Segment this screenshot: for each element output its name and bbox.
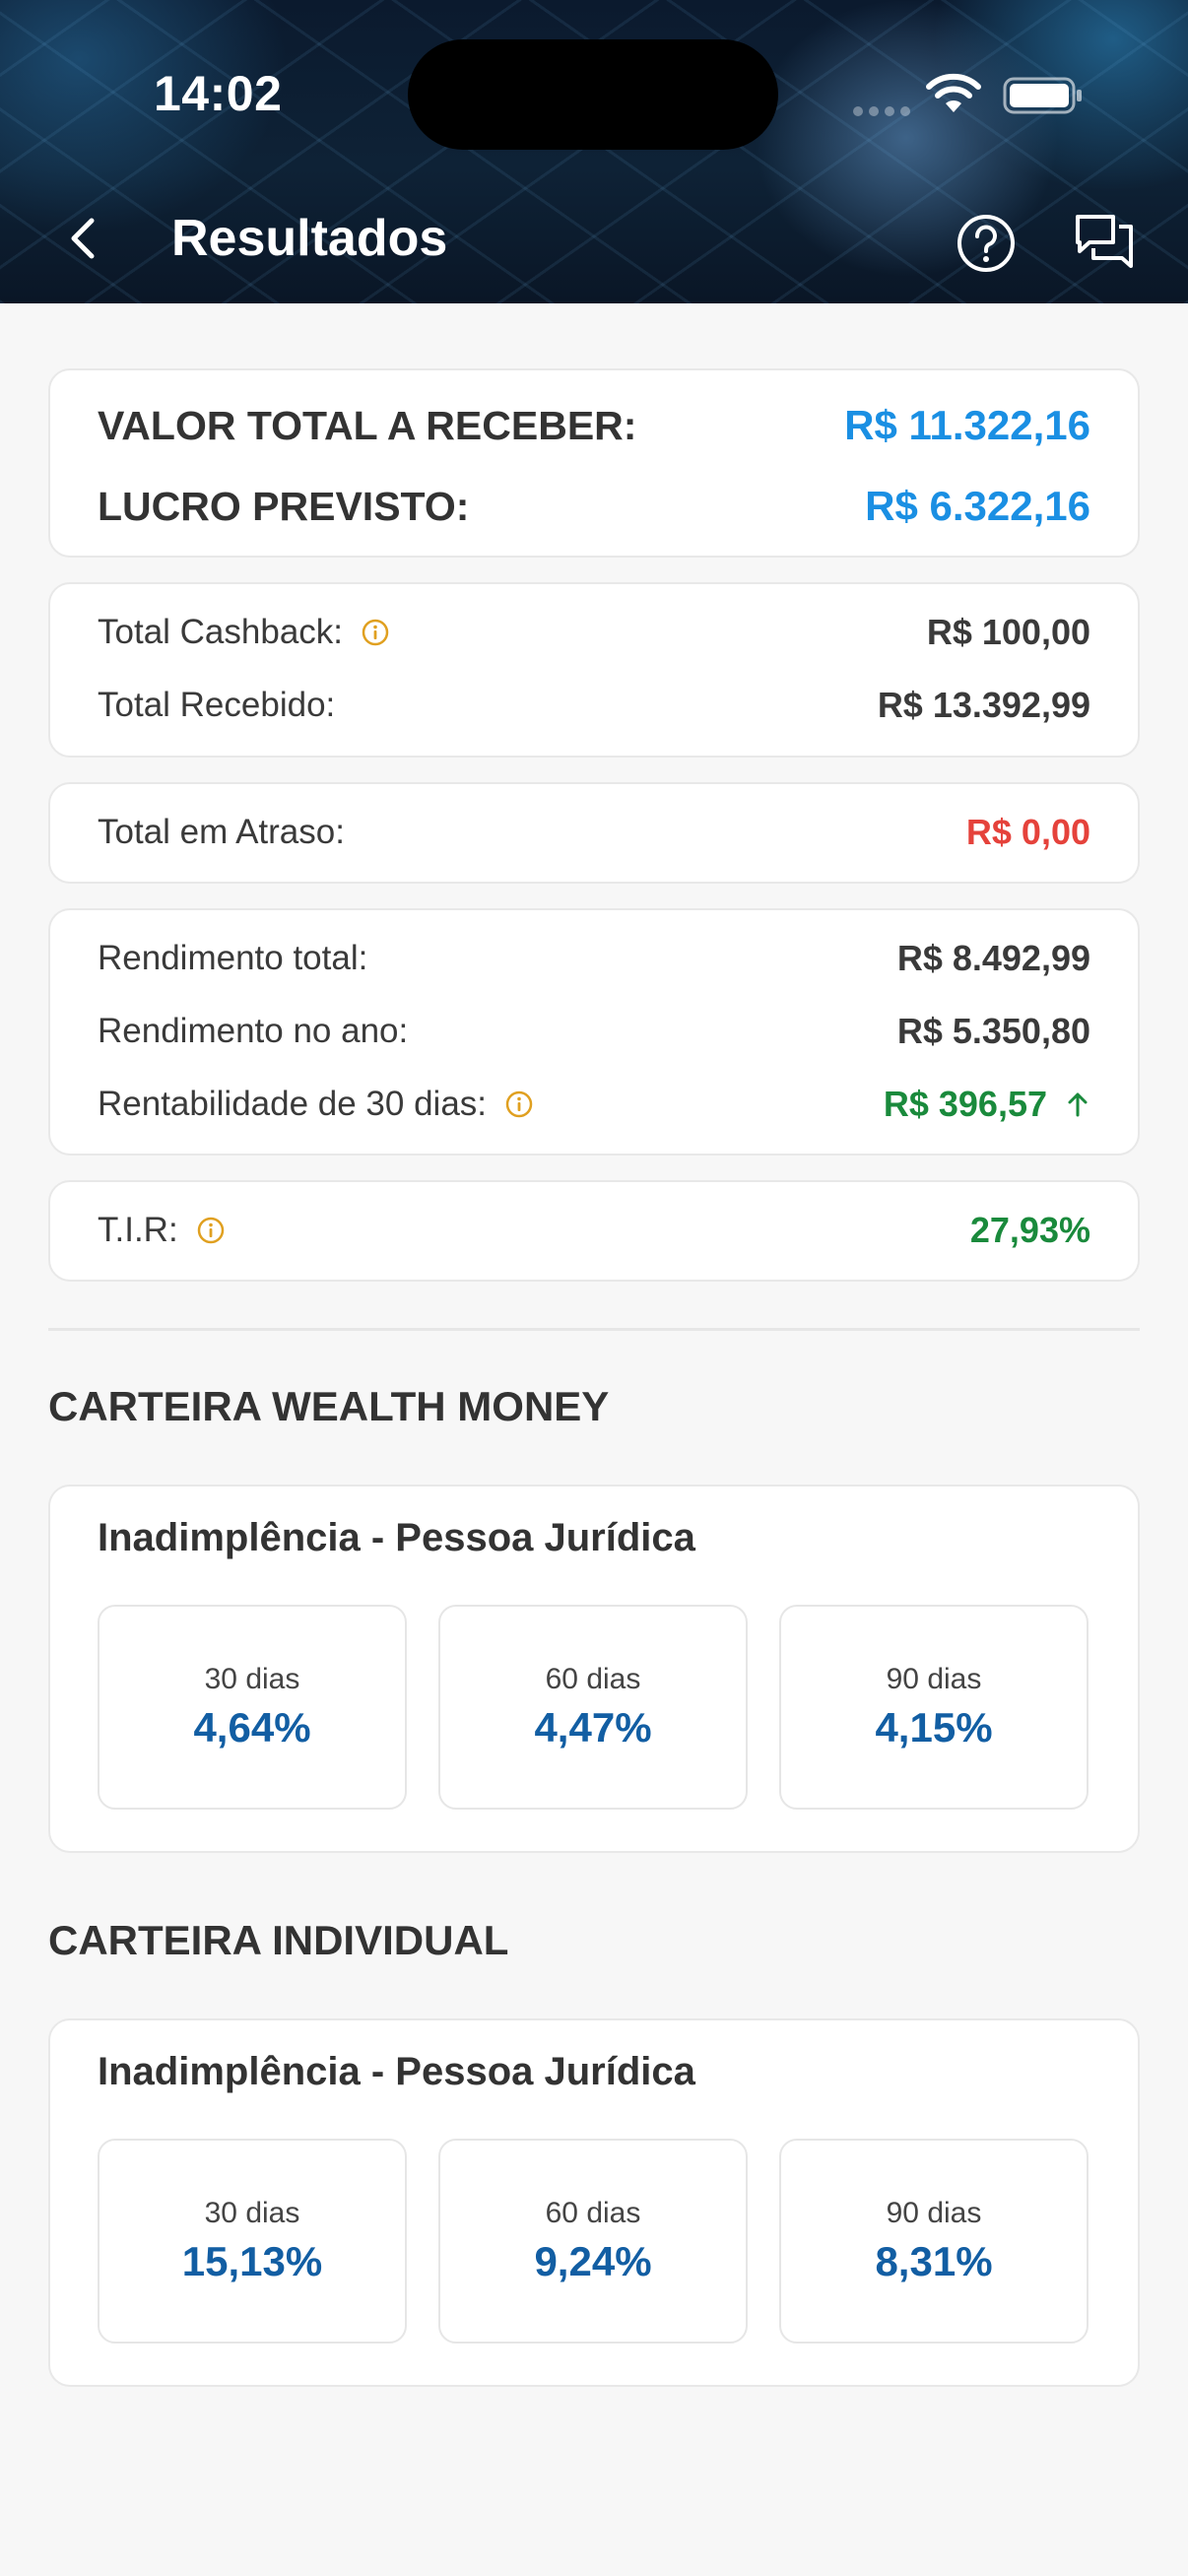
total-yield-value: R$ 8.492,99	[896, 938, 1090, 978]
individual-90-days-box: 90 dias 8,31%	[779, 2139, 1089, 2344]
period-value: 8,31%	[875, 2238, 993, 2284]
late-card: Total em Atraso: R$ 0,00	[48, 782, 1140, 884]
app-header: 14:02 Resultados	[0, 0, 1188, 303]
received-card: Total Cashback: R$ 100,00 Total Recebido…	[48, 582, 1140, 758]
wealth-money-section-title: CARTEIRA WEALTH MONEY	[48, 1383, 610, 1429]
tir-value: 27,93%	[969, 1210, 1090, 1250]
individual-30-days-box: 30 dias 15,13%	[98, 2139, 407, 2344]
late-value: R$ 0,00	[965, 812, 1090, 852]
period-value: 15,13%	[181, 2238, 323, 2284]
wifi-icon	[926, 73, 981, 112]
thirty-day-return-value: R$ 396,57	[883, 1084, 1047, 1124]
chat-icon[interactable]	[1074, 211, 1135, 272]
period-value: 4,15%	[875, 1704, 993, 1750]
period-label: 90 dias	[886, 1663, 982, 1695]
year-yield-label: Rendimento no ano:	[98, 1012, 409, 1050]
wealth-money-30-days-box: 30 dias 4,64%	[98, 1605, 407, 1810]
period-label: 60 dias	[545, 2197, 641, 2229]
period-label: 30 dias	[204, 1663, 300, 1695]
individual-60-days-box: 60 dias 9,24%	[438, 2139, 748, 2344]
tir-label: T.I.R:	[98, 1211, 178, 1249]
page-title: Resultados	[171, 210, 448, 267]
period-label: 30 dias	[204, 2197, 300, 2229]
cashback-label: Total Cashback:	[98, 613, 344, 651]
total-yield-label: Rendimento total:	[98, 939, 368, 977]
summary-card: VALOR TOTAL A RECEBER: R$ 11.322,16 LUCR…	[48, 368, 1140, 558]
received-value: R$ 13.392,99	[877, 685, 1090, 725]
individual-section-title: CARTEIRA INDIVIDUAL	[48, 1917, 509, 1963]
late-label: Total em Atraso:	[98, 813, 345, 851]
received-label: Total Recebido:	[98, 686, 336, 724]
wealth-money-90-days-box: 90 dias 4,15%	[779, 1605, 1089, 1810]
individual-default-card: Inadimplência - Pessoa Jurídica 30 dias …	[48, 2018, 1140, 2387]
status-bar-time: 14:02	[154, 66, 283, 121]
expected-profit-label: LUCRO PREVISTO:	[98, 483, 470, 529]
period-value: 4,47%	[534, 1704, 652, 1750]
thirty-day-return-label: Rentabilidade de 30 dias:	[98, 1085, 488, 1123]
info-icon[interactable]	[504, 1090, 534, 1119]
info-icon[interactable]	[361, 618, 390, 647]
period-label: 60 dias	[545, 1663, 641, 1695]
yield-card: Rendimento total: R$ 8.492,99 Rendimento…	[48, 908, 1140, 1156]
expected-profit-value: R$ 6.322,16	[865, 483, 1090, 529]
period-value: 4,64%	[193, 1704, 311, 1750]
back-button[interactable]	[51, 207, 114, 270]
period-value: 9,24%	[534, 2238, 652, 2284]
period-label: 90 dias	[886, 2197, 982, 2229]
year-yield-value: R$ 5.350,80	[896, 1011, 1090, 1051]
wealth-money-default-card: Inadimplência - Pessoa Jurídica 30 dias …	[48, 1485, 1140, 1853]
wealth-money-60-days-box: 60 dias 4,47%	[438, 1605, 748, 1810]
total-receivable-value: R$ 11.322,16	[844, 402, 1090, 448]
section-divider	[48, 1328, 1140, 1331]
dynamic-island	[408, 39, 778, 150]
tir-card: T.I.R: 27,93%	[48, 1180, 1140, 1282]
wealth-money-card-title: Inadimplência - Pessoa Jurídica	[98, 1516, 695, 1559]
help-circle-icon[interactable]	[956, 213, 1017, 274]
cellular-signal-icon	[853, 106, 910, 116]
cashback-value: R$ 100,00	[926, 612, 1090, 652]
total-receivable-label: VALOR TOTAL A RECEBER:	[98, 402, 637, 448]
individual-card-title: Inadimplência - Pessoa Jurídica	[98, 2050, 695, 2093]
info-icon[interactable]	[196, 1216, 226, 1245]
battery-icon	[1003, 77, 1082, 114]
arrow-up-icon	[1068, 1092, 1088, 1117]
back-chevron-icon	[71, 218, 95, 259]
